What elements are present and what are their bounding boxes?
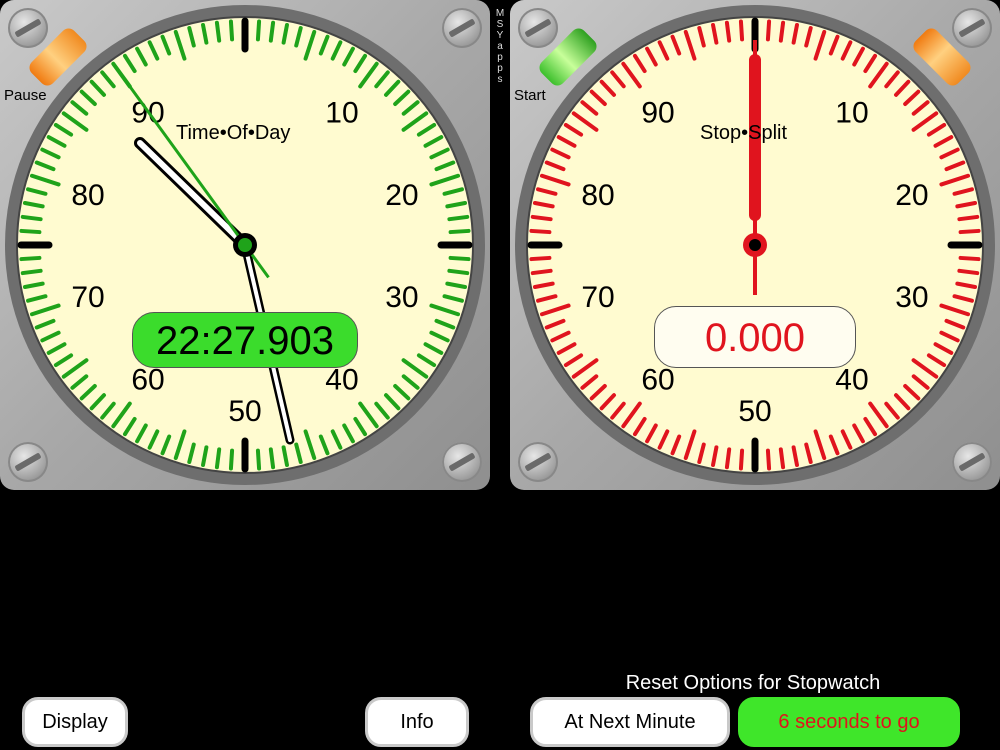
dial-tick bbox=[214, 447, 222, 470]
dial-number: 50 bbox=[738, 395, 771, 428]
dial-title: Time•Of•Day bbox=[176, 122, 291, 144]
dial-number: 60 bbox=[641, 363, 674, 396]
dial-number: 20 bbox=[385, 179, 418, 212]
dial-number: 30 bbox=[385, 281, 418, 314]
stopwatch-readout: 0.000 bbox=[654, 306, 856, 368]
pause-knob-label: Pause bbox=[4, 87, 47, 104]
dial-tick bbox=[228, 19, 235, 42]
dial-tick bbox=[724, 447, 732, 470]
dial-number: 60 bbox=[131, 363, 164, 396]
dial-tick bbox=[738, 19, 745, 42]
reset-options-caption: Reset Options for Stopwatch bbox=[625, 672, 881, 694]
dial-number: 10 bbox=[835, 97, 868, 130]
dial-number: 40 bbox=[835, 363, 868, 396]
brand-letter: a bbox=[497, 41, 503, 52]
dial-tick bbox=[958, 228, 981, 235]
time-of-day-dial: 102030405060708090 bbox=[5, 5, 485, 485]
dial-tick bbox=[778, 20, 786, 43]
dial-tick bbox=[530, 268, 553, 276]
brand-letter: p bbox=[497, 52, 503, 63]
screw-icon bbox=[952, 442, 992, 482]
brand-letter: p bbox=[497, 63, 503, 74]
dial-tick bbox=[448, 255, 471, 262]
dial-number: 80 bbox=[71, 179, 104, 212]
stopwatch-dial: 10 20 30 40 50 60 70 80 90 bbox=[515, 5, 995, 485]
info-button[interactable]: Info bbox=[365, 697, 469, 747]
stopwatch-panel: 10 20 30 40 50 60 70 80 90 Start Stop•Split 0.00… bbox=[510, 0, 1000, 490]
dial-number: 70 bbox=[71, 281, 104, 314]
time-of-day-readout: 22:27.903 bbox=[132, 312, 358, 368]
brand-letter: Y bbox=[496, 30, 504, 41]
time-of-day-panel: 102030405060708090 Pause Time•Of•Day 22:… bbox=[0, 0, 490, 490]
screw-icon bbox=[8, 442, 48, 482]
dial-tick bbox=[20, 214, 43, 222]
countdown-button[interactable]: 6 seconds to go bbox=[738, 697, 960, 747]
dial-number: 70 bbox=[581, 281, 614, 314]
dial-tick bbox=[957, 268, 980, 276]
screw-icon bbox=[8, 8, 48, 48]
brand-letter: S bbox=[496, 19, 504, 30]
dial-number: 50 bbox=[228, 395, 261, 428]
dial-tick bbox=[957, 214, 980, 222]
dial-tick bbox=[958, 255, 981, 262]
dial-tick bbox=[19, 255, 42, 262]
brand-letter: s bbox=[497, 74, 503, 85]
screw-icon bbox=[442, 442, 482, 482]
start-knob-label: Start bbox=[514, 87, 546, 104]
dial-tick bbox=[529, 228, 552, 235]
dial-tick bbox=[268, 20, 276, 43]
dial-tick bbox=[228, 448, 235, 471]
dial-tick bbox=[765, 448, 772, 471]
dial-tick bbox=[255, 448, 262, 471]
dial-number: 80 bbox=[581, 179, 614, 212]
dial-tick bbox=[778, 447, 786, 470]
screw-icon bbox=[952, 8, 992, 48]
at-next-minute-button[interactable]: At Next Minute bbox=[530, 697, 730, 747]
dial-tick bbox=[724, 20, 732, 43]
brand-label: MSYapps bbox=[490, 8, 510, 85]
dial-number: 30 bbox=[895, 281, 928, 314]
display-button[interactable]: Display bbox=[22, 697, 128, 747]
screw-icon bbox=[518, 442, 558, 482]
brand-letter: M bbox=[495, 8, 505, 19]
dial-tick bbox=[447, 214, 470, 222]
dial-number: 20 bbox=[895, 179, 928, 212]
screw-icon bbox=[518, 8, 558, 48]
dial-tick bbox=[529, 255, 552, 262]
dial-tick bbox=[447, 268, 470, 276]
dial-title: Stop•Split bbox=[700, 122, 788, 144]
dial-tick bbox=[255, 19, 262, 42]
dial-tick bbox=[214, 20, 222, 43]
dial-tick bbox=[19, 228, 42, 235]
dial-tick bbox=[738, 448, 745, 471]
screw-icon bbox=[442, 8, 482, 48]
dial-tick bbox=[765, 19, 772, 42]
dial-number: 10 bbox=[325, 97, 358, 130]
dial-tick bbox=[20, 268, 43, 276]
dial-tick bbox=[268, 447, 276, 470]
hand-hub-center bbox=[749, 239, 761, 251]
dial-tick bbox=[530, 214, 553, 222]
dial-tick bbox=[448, 228, 471, 235]
dial-number: 90 bbox=[641, 97, 674, 130]
dial-number: 40 bbox=[325, 363, 358, 396]
hand-hub-center bbox=[238, 238, 252, 252]
